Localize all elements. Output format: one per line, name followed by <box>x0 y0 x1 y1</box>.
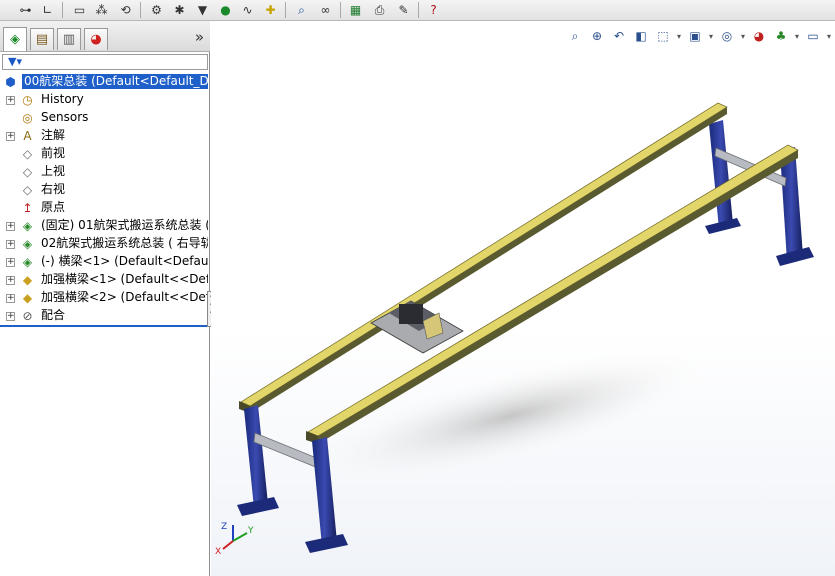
leg-back-left[interactable] <box>237 405 279 516</box>
tree-item[interactable]: + ◈ (固定) 01航架式搬运系统总装 ( <box>0 217 208 235</box>
measure-icon[interactable]: ⊶ <box>16 1 35 19</box>
tree-item-label: 注解 <box>41 128 66 142</box>
tree-filter[interactable]: ▼▾ <box>2 54 208 70</box>
expand-toggle-icon[interactable]: + <box>6 276 15 285</box>
plane-icon: ◇ <box>22 146 33 161</box>
expand-panel-button[interactable]: » <box>195 28 204 46</box>
gear-icon[interactable]: ✱ <box>170 1 189 19</box>
funnel-icon[interactable]: ▼ <box>193 1 212 19</box>
tree-item-label: 原点 <box>41 200 66 214</box>
triad-x-label: X <box>215 547 221 557</box>
display-icon[interactable]: ▭ <box>70 1 89 19</box>
mates-icon: ⊘ <box>22 308 33 323</box>
tree-item[interactable]: ◇ 上视 <box>0 163 208 181</box>
feature-tree: ⬢ 00航架总装 (Default<Default_Di + ◷ History ◎ S… <box>0 73 208 323</box>
expand-toggle-icon[interactable]: + <box>6 132 15 141</box>
tree-item[interactable]: + ◆ 加强横梁<1> (Default<<Defa <box>0 271 208 289</box>
tree-item[interactable]: + ◆ 加强横梁<2> (Default<<Defa <box>0 289 208 307</box>
tree-item-label: 上视 <box>41 164 66 178</box>
tree-item-label: 02航架式搬运系统总装 ( 右导轨 <box>41 236 208 250</box>
spring-icon[interactable]: ∿ <box>238 1 257 19</box>
tree-item-label: (-) 横梁<1> (Default<Default <box>41 254 208 268</box>
tree-item[interactable]: ↥ 原点 <box>0 199 208 217</box>
sensor-icon: ◎ <box>22 110 33 125</box>
tree-item-label: 右视 <box>41 182 66 196</box>
feature-manager-tab[interactable]: ◈ <box>3 27 27 51</box>
feature-manager-panel: ◈ ▤ ▥ ◕ » ▼▾ ⬢ 00航架总装 (Default<Default_D… <box>0 21 216 576</box>
tree-item-label: 配合 <box>41 308 66 322</box>
tree-item[interactable]: + A 注解 <box>0 127 208 145</box>
triad-y-label: Y <box>247 526 254 536</box>
subassembly-icon: ◈ <box>22 254 33 269</box>
dimension-icon[interactable]: ∟ <box>38 1 57 19</box>
location-icon[interactable]: ● <box>216 1 235 19</box>
display-manager-tab[interactable]: ◕ <box>84 28 108 50</box>
triad-z-label: Z <box>221 522 227 532</box>
tree-item-label: 前视 <box>41 146 66 160</box>
part-icon: ◆ <box>22 290 33 305</box>
plane-icon: ◇ <box>22 164 33 179</box>
tree-item[interactable]: + ⊘ 配合 <box>0 307 208 323</box>
excel-icon[interactable]: ▦ <box>346 1 365 19</box>
subassembly-icon: ◈ <box>22 236 33 251</box>
tree-root[interactable]: ⬢ 00航架总装 (Default<Default_Di <box>0 73 208 91</box>
tree-item[interactable]: + ◈ 02航架式搬运系统总装 ( 右导轨 <box>0 235 208 253</box>
expand-toggle-icon[interactable]: + <box>6 222 15 231</box>
gantry-model[interactable]: Z Y X <box>211 21 835 576</box>
tree-item[interactable]: ◇ 右视 <box>0 181 208 199</box>
insert-icon[interactable]: ✎ <box>394 1 413 19</box>
configuration-manager-tab[interactable]: ▥ <box>57 28 81 50</box>
tree-item-label: History <box>41 92 84 106</box>
subassembly-icon: ◈ <box>22 218 33 233</box>
tree-item[interactable]: + ◈ (-) 横梁<1> (Default<Default <box>0 253 208 271</box>
tree-item[interactable]: ◇ 前视 <box>0 145 208 163</box>
tree-item[interactable]: ◎ Sensors <box>0 109 208 127</box>
graphics-viewport[interactable]: ⌕ ⊕ ↶ ◧ ⬚ ▾ ▣ ▾ ◎ ▾ ◕ ♣ ▾ ▭ ▾ Z Y X <box>211 21 835 576</box>
move-component-icon[interactable]: ✚ <box>261 1 280 19</box>
expand-toggle-icon[interactable]: + <box>6 240 15 249</box>
tree-item-label: (固定) 01航架式搬运系统总装 ( <box>41 218 208 232</box>
tree-root-label: 00航架总装 (Default<Default_Di <box>22 74 208 89</box>
binoculars-icon[interactable]: ∞ <box>316 1 335 19</box>
part-icon: ◆ <box>22 272 33 287</box>
help-icon[interactable]: ? <box>424 1 443 19</box>
panel-tabs: ◈ ▤ ▥ ◕ » <box>0 21 210 52</box>
history-icon: ◷ <box>22 92 33 107</box>
main-toolbar: ⊶ ∟ ▭ ⁂ ⟲ ⚙ ✱ ▼ ● ∿ ✚ ⌕ ∞ ▦ ⎙ ✎ ? <box>0 0 835 21</box>
property-manager-tab[interactable]: ▤ <box>30 28 54 50</box>
rebuild-icon[interactable]: ⟲ <box>116 1 135 19</box>
tree-item-label: 加强横梁<2> (Default<<Defa <box>41 290 208 304</box>
assembly-icon[interactable]: ⁂ <box>92 1 111 19</box>
assembly-icon: ⬢ <box>5 74 16 89</box>
tree-separator <box>0 325 208 327</box>
coordinate-triad: Z Y X <box>215 522 254 557</box>
expand-toggle-icon[interactable]: + <box>6 258 15 267</box>
tree-item-label: Sensors <box>41 110 89 124</box>
options-icon[interactable]: ⚙ <box>147 1 166 19</box>
tree-item[interactable]: + ◷ History <box>0 91 208 109</box>
origin-icon: ↥ <box>22 200 33 215</box>
annotation-icon: A <box>23 128 32 143</box>
expand-toggle-icon[interactable]: + <box>6 312 15 321</box>
plane-icon: ◇ <box>22 182 33 197</box>
expand-toggle-icon[interactable]: + <box>6 294 15 303</box>
tree-item-label: 加强横梁<1> (Default<<Defa <box>41 272 208 286</box>
search-icon[interactable]: ⌕ <box>292 1 311 19</box>
print-icon[interactable]: ⎙ <box>370 1 389 19</box>
expand-toggle-icon[interactable]: + <box>6 96 15 105</box>
filter-icon[interactable]: ▼▾ <box>8 55 22 68</box>
